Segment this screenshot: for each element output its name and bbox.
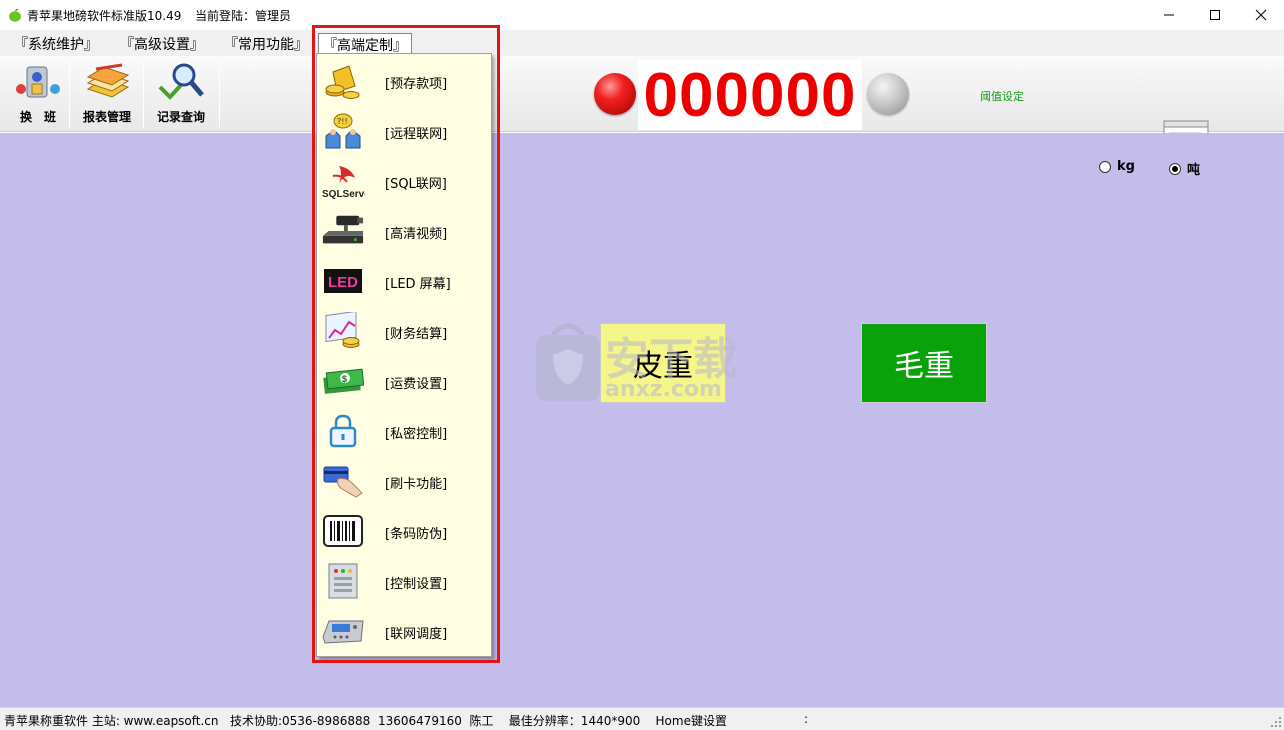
maximize-icon (1210, 10, 1220, 20)
magnifier-icon (158, 63, 204, 100)
toolbar-separator (219, 62, 220, 128)
close-icon (1255, 9, 1267, 21)
dropdown-item-barcode[interactable]: [条码防伪] (317, 506, 491, 556)
dropdown-item-label: [控制设置] (385, 577, 448, 592)
dropdown-item-privacy[interactable]: [私密控制] (317, 406, 491, 456)
apple-logo-icon (9, 8, 21, 22)
money-bags-icon (325, 65, 360, 99)
dropdown-item-label: [联网调度] (385, 627, 448, 642)
barcode-icon (323, 515, 363, 547)
premium-custom-dropdown: [预存款项] ?!! [远程联网] SQLServer [SQL联网] (316, 53, 492, 657)
tare-weight-button[interactable]: 皮重 (600, 323, 726, 403)
minimize-icon (1164, 14, 1174, 16)
dropdown-item-label: [高清视频] (385, 227, 448, 242)
radio-circle-icon (1099, 160, 1111, 173)
weight-display: 000000 (643, 60, 857, 130)
card-swipe-icon (323, 466, 363, 498)
dropdown-item-network-dispatch[interactable]: [联网调度] (317, 606, 491, 656)
dropdown-item-sql-network[interactable]: SQLServer [SQL联网] (317, 156, 491, 206)
control-cabinet-icon (328, 563, 358, 599)
shift-change-label: 换 班 (19, 110, 56, 124)
menu-system-maintenance[interactable]: 『系统维护』 (10, 34, 102, 54)
cash-icon: $ (323, 368, 364, 394)
menu-premium-custom[interactable]: 『高端定制』 (318, 33, 412, 55)
toolbar-separator (69, 62, 70, 128)
svg-text:SQLServer: SQLServer (322, 189, 365, 200)
remote-network-icon: ?!! (325, 113, 361, 149)
main-area: kg 吨 皮重 毛重 安下载 anxz.com (0, 133, 1284, 707)
weight-display-panel: 000000 (638, 60, 862, 130)
maximize-button[interactable] (1192, 0, 1238, 30)
dropdown-item-label: [私密控制] (385, 427, 448, 442)
grey-status-light (867, 73, 909, 115)
dropdown-item-label: [预存款项] (385, 77, 448, 92)
dropdown-item-hd-video[interactable]: [高清视频] (317, 206, 491, 256)
unit-kg-label: kg (1117, 159, 1135, 174)
dropdown-item-remote-network[interactable]: ?!! [远程联网] (317, 106, 491, 156)
camera-dvr-icon (322, 215, 364, 244)
svg-text:?!!: ?!! (337, 117, 348, 126)
dropdown-item-label: [条码防伪] (385, 527, 448, 542)
dropdown-item-freight[interactable]: $ [运费设置] (317, 356, 491, 406)
record-query-label: 记录查询 (156, 110, 205, 124)
terminal-icon (322, 620, 364, 644)
dropdown-item-label: [远程联网] (385, 127, 448, 142)
radio-selected-icon (1169, 162, 1181, 175)
gross-weight-button[interactable]: 毛重 (861, 323, 987, 403)
menu-advanced-settings[interactable]: 『高级设置』 (116, 34, 208, 54)
dropdown-item-control-settings[interactable]: [控制设置] (317, 556, 491, 606)
status-bar: 青苹果称重软件 主站: www.eapsoft.cn 技术协助:0536-898… (0, 707, 1284, 730)
sql-server-icon: SQLServer (322, 166, 365, 200)
svg-text:$: $ (342, 374, 347, 384)
login-status: 当前登陆：管理员 (195, 9, 292, 23)
watermark-shield-icon (536, 323, 600, 401)
report-management-button[interactable]: 报表管理 (76, 60, 138, 128)
toolbar-separator (143, 62, 144, 128)
dropdown-item-led-screen[interactable]: LED [LED 屏幕] (317, 256, 491, 306)
dropdown-item-finance[interactable]: [财务结算] (317, 306, 491, 356)
dropdown-item-label: [运费设置] (385, 377, 448, 392)
status-text: 青苹果称重软件 主站: www.eapsoft.cn 技术协助:0536-898… (4, 714, 727, 728)
unit-ton-label: 吨 (1187, 163, 1201, 178)
led-icon: LED (324, 269, 362, 293)
red-status-light (594, 73, 636, 115)
shift-change-icon (16, 66, 60, 98)
dropdown-item-prepaid[interactable]: [预存款项] (317, 56, 491, 106)
svg-text:LED: LED (328, 274, 358, 291)
resize-grip-icon[interactable] (1270, 716, 1282, 728)
report-books-icon (86, 63, 130, 98)
menu-bar: 『系统维护』 『高级设置』 『常用功能』 『高端定制』 (0, 30, 1284, 56)
shift-change-button[interactable]: 换 班 (10, 60, 66, 128)
dropdown-item-card-swipe[interactable]: [刷卡功能] (317, 456, 491, 506)
report-management-label: 报表管理 (82, 110, 131, 124)
dropdown-item-label: [财务结算] (385, 327, 448, 342)
dropdown-item-label: [刷卡功能] (385, 477, 448, 492)
window-title: 青苹果地磅软件标准版10.49 (27, 9, 182, 23)
dropdown-item-label: [SQL联网] (385, 177, 447, 192)
unit-ton-radio[interactable]: 吨 (1169, 159, 1200, 178)
minimize-button[interactable] (1146, 0, 1192, 30)
title-bar: 青苹果地磅软件标准版10.49 当前登陆：管理员 (0, 0, 1284, 30)
close-button[interactable] (1238, 0, 1284, 30)
dropdown-item-label: [LED 屏幕] (385, 277, 451, 292)
threshold-setting-link[interactable]: 阈值设定 (980, 88, 1024, 104)
menu-common-functions[interactable]: 『常用功能』 (220, 34, 312, 54)
record-query-button[interactable]: 记录查询 (150, 60, 212, 128)
lock-icon (329, 414, 357, 448)
status-separator: : (804, 712, 809, 726)
finance-chart-icon (325, 312, 360, 348)
unit-kg-radio[interactable]: kg (1099, 159, 1135, 174)
